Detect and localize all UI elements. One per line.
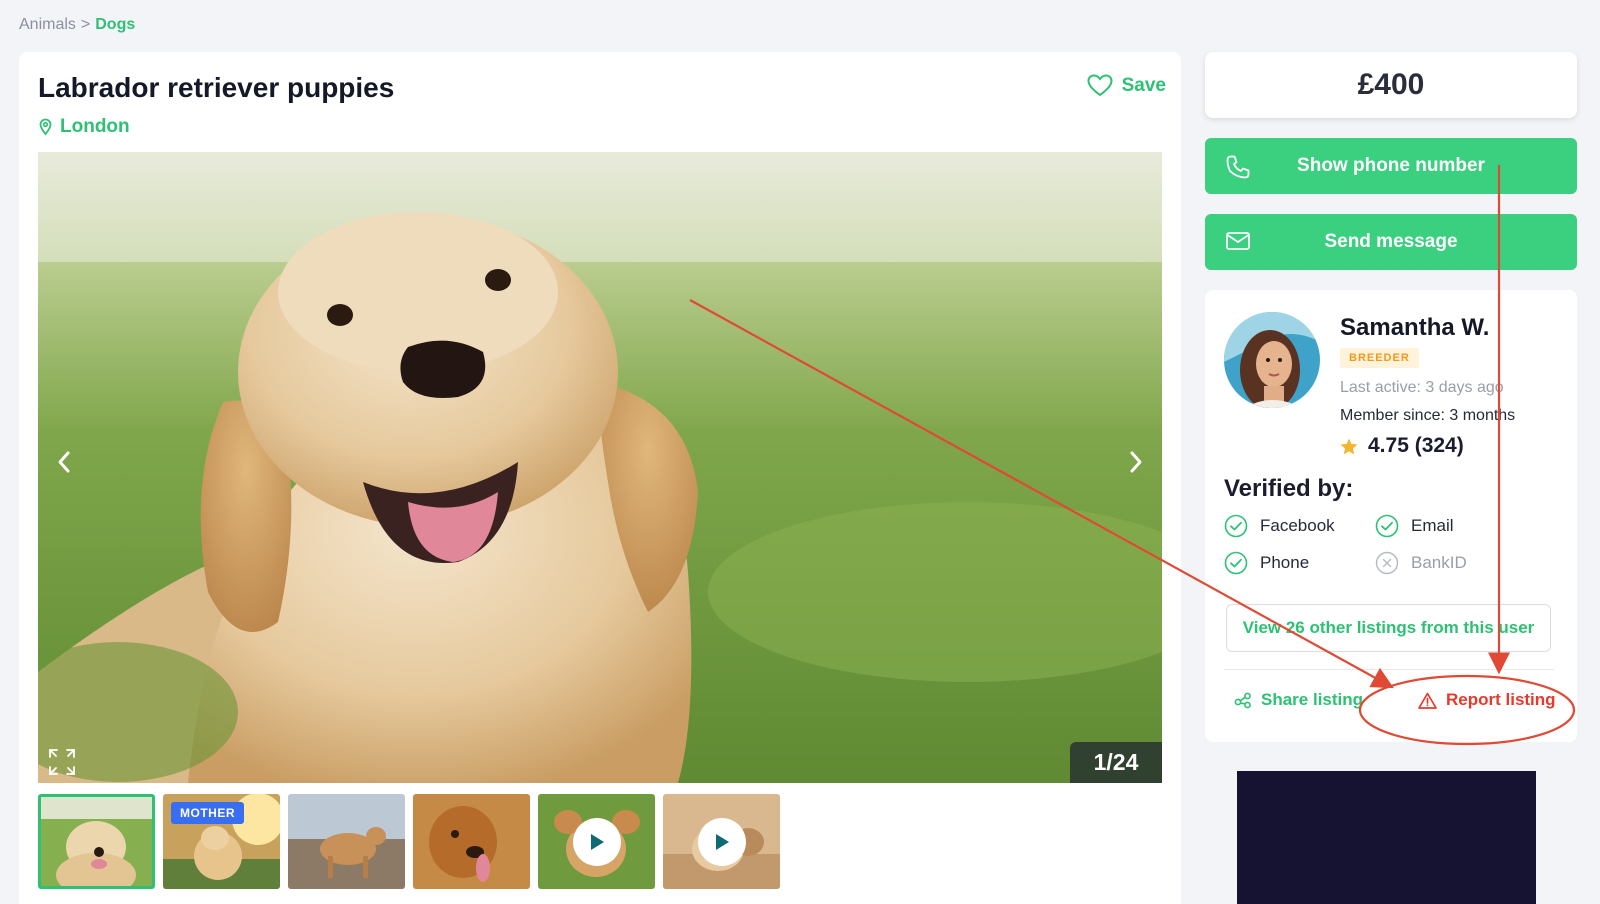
phone-icon bbox=[1226, 155, 1250, 179]
x-circle-icon bbox=[1375, 551, 1399, 575]
star-icon bbox=[1340, 438, 1358, 454]
thumbnail-1[interactable] bbox=[38, 794, 155, 889]
location-label: London bbox=[60, 116, 130, 137]
last-active: Last active: 3 days ago bbox=[1340, 379, 1504, 396]
play-video-button[interactable] bbox=[572, 817, 621, 866]
warning-icon bbox=[1418, 692, 1437, 709]
verification-email: Email bbox=[1375, 514, 1454, 538]
check-circle-icon bbox=[1224, 551, 1248, 575]
price: £400 bbox=[1205, 52, 1577, 118]
member-since: Member since: 3 months bbox=[1340, 407, 1516, 424]
thumbnail-4[interactable] bbox=[413, 794, 530, 889]
location-pin-icon bbox=[39, 118, 52, 136]
play-icon bbox=[590, 833, 604, 850]
verification-label: Facebook bbox=[1260, 516, 1335, 535]
verification-facebook: Facebook bbox=[1224, 514, 1335, 538]
mother-badge: MOTHER bbox=[171, 802, 244, 824]
thumbnail-image bbox=[288, 794, 405, 889]
chevron-left-icon bbox=[58, 451, 70, 473]
thumbnail-strip: MOTHER bbox=[38, 794, 780, 889]
show-phone-number-button[interactable]: Show phone number bbox=[1205, 138, 1577, 194]
breadcrumb-separator: > bbox=[80, 16, 91, 33]
send-message-label: Send message bbox=[1324, 231, 1458, 252]
send-message-button[interactable]: Send message bbox=[1205, 214, 1577, 270]
listing-location: London bbox=[38, 116, 130, 138]
breadcrumb-parent[interactable]: Animals bbox=[19, 16, 76, 33]
breeder-badge: BREEDER bbox=[1340, 348, 1419, 368]
verified-by-heading: Verified by: bbox=[1224, 475, 1354, 502]
check-circle-icon bbox=[1375, 514, 1399, 538]
chevron-right-icon bbox=[1130, 451, 1142, 473]
listing-title: Labrador retriever puppies bbox=[38, 72, 395, 103]
thumbnail-image bbox=[413, 794, 530, 889]
rating-value: 4.75 (324) bbox=[1368, 434, 1464, 457]
photo-gallery[interactable]: 1/24 bbox=[38, 152, 1162, 783]
share-label: Share listing bbox=[1261, 690, 1364, 709]
fullscreen-icon[interactable] bbox=[47, 747, 77, 777]
check-circle-icon bbox=[1224, 514, 1248, 538]
share-icon bbox=[1234, 692, 1251, 709]
listing-card: Labrador retriever puppies London Save 1… bbox=[19, 52, 1181, 904]
envelope-icon bbox=[1226, 232, 1250, 250]
seller-rating: 4.75 (324) bbox=[1340, 434, 1464, 458]
play-icon bbox=[715, 833, 729, 850]
view-other-listings-button[interactable]: View 26 other listings from this user bbox=[1226, 604, 1551, 652]
dog-photo bbox=[38, 152, 1162, 783]
verification-label: BankID bbox=[1411, 553, 1467, 572]
verification-bankid: BankID bbox=[1375, 551, 1467, 575]
report-label: Report listing bbox=[1446, 690, 1556, 709]
seller-photo bbox=[1224, 312, 1320, 408]
thumbnail-6[interactable] bbox=[663, 794, 780, 889]
photo-counter: 1/24 bbox=[1070, 742, 1162, 783]
show-phone-label: Show phone number bbox=[1297, 155, 1485, 176]
save-button[interactable]: Save bbox=[1087, 74, 1166, 97]
seller-name[interactable]: Samantha W. bbox=[1340, 314, 1489, 342]
next-photo-button[interactable] bbox=[1116, 442, 1156, 482]
verification-label: Phone bbox=[1260, 553, 1310, 572]
breadcrumb: Animals > Dogs bbox=[19, 16, 135, 34]
previous-photo-button[interactable] bbox=[44, 442, 84, 482]
verification-label: Email bbox=[1411, 516, 1454, 535]
seller-card: Samantha W. BREEDER Last active: 3 days … bbox=[1205, 290, 1577, 742]
thumbnail-image bbox=[41, 797, 152, 886]
divider bbox=[1224, 669, 1554, 670]
play-video-button[interactable] bbox=[697, 817, 746, 866]
sidebar: £400 Show phone number Send message Sama… bbox=[1205, 52, 1577, 742]
thumbnail-3[interactable] bbox=[288, 794, 405, 889]
advertisement-banner[interactable] bbox=[1237, 771, 1536, 904]
thumbnail-2[interactable]: MOTHER bbox=[163, 794, 280, 889]
save-label: Save bbox=[1121, 74, 1166, 96]
breadcrumb-current[interactable]: Dogs bbox=[95, 16, 135, 33]
share-listing-link[interactable]: Share listing bbox=[1234, 690, 1363, 710]
thumbnail-5[interactable] bbox=[538, 794, 655, 889]
verification-phone: Phone bbox=[1224, 551, 1309, 575]
avatar[interactable] bbox=[1224, 312, 1320, 408]
heart-icon bbox=[1087, 74, 1113, 97]
report-listing-link[interactable]: Report listing bbox=[1418, 690, 1556, 710]
